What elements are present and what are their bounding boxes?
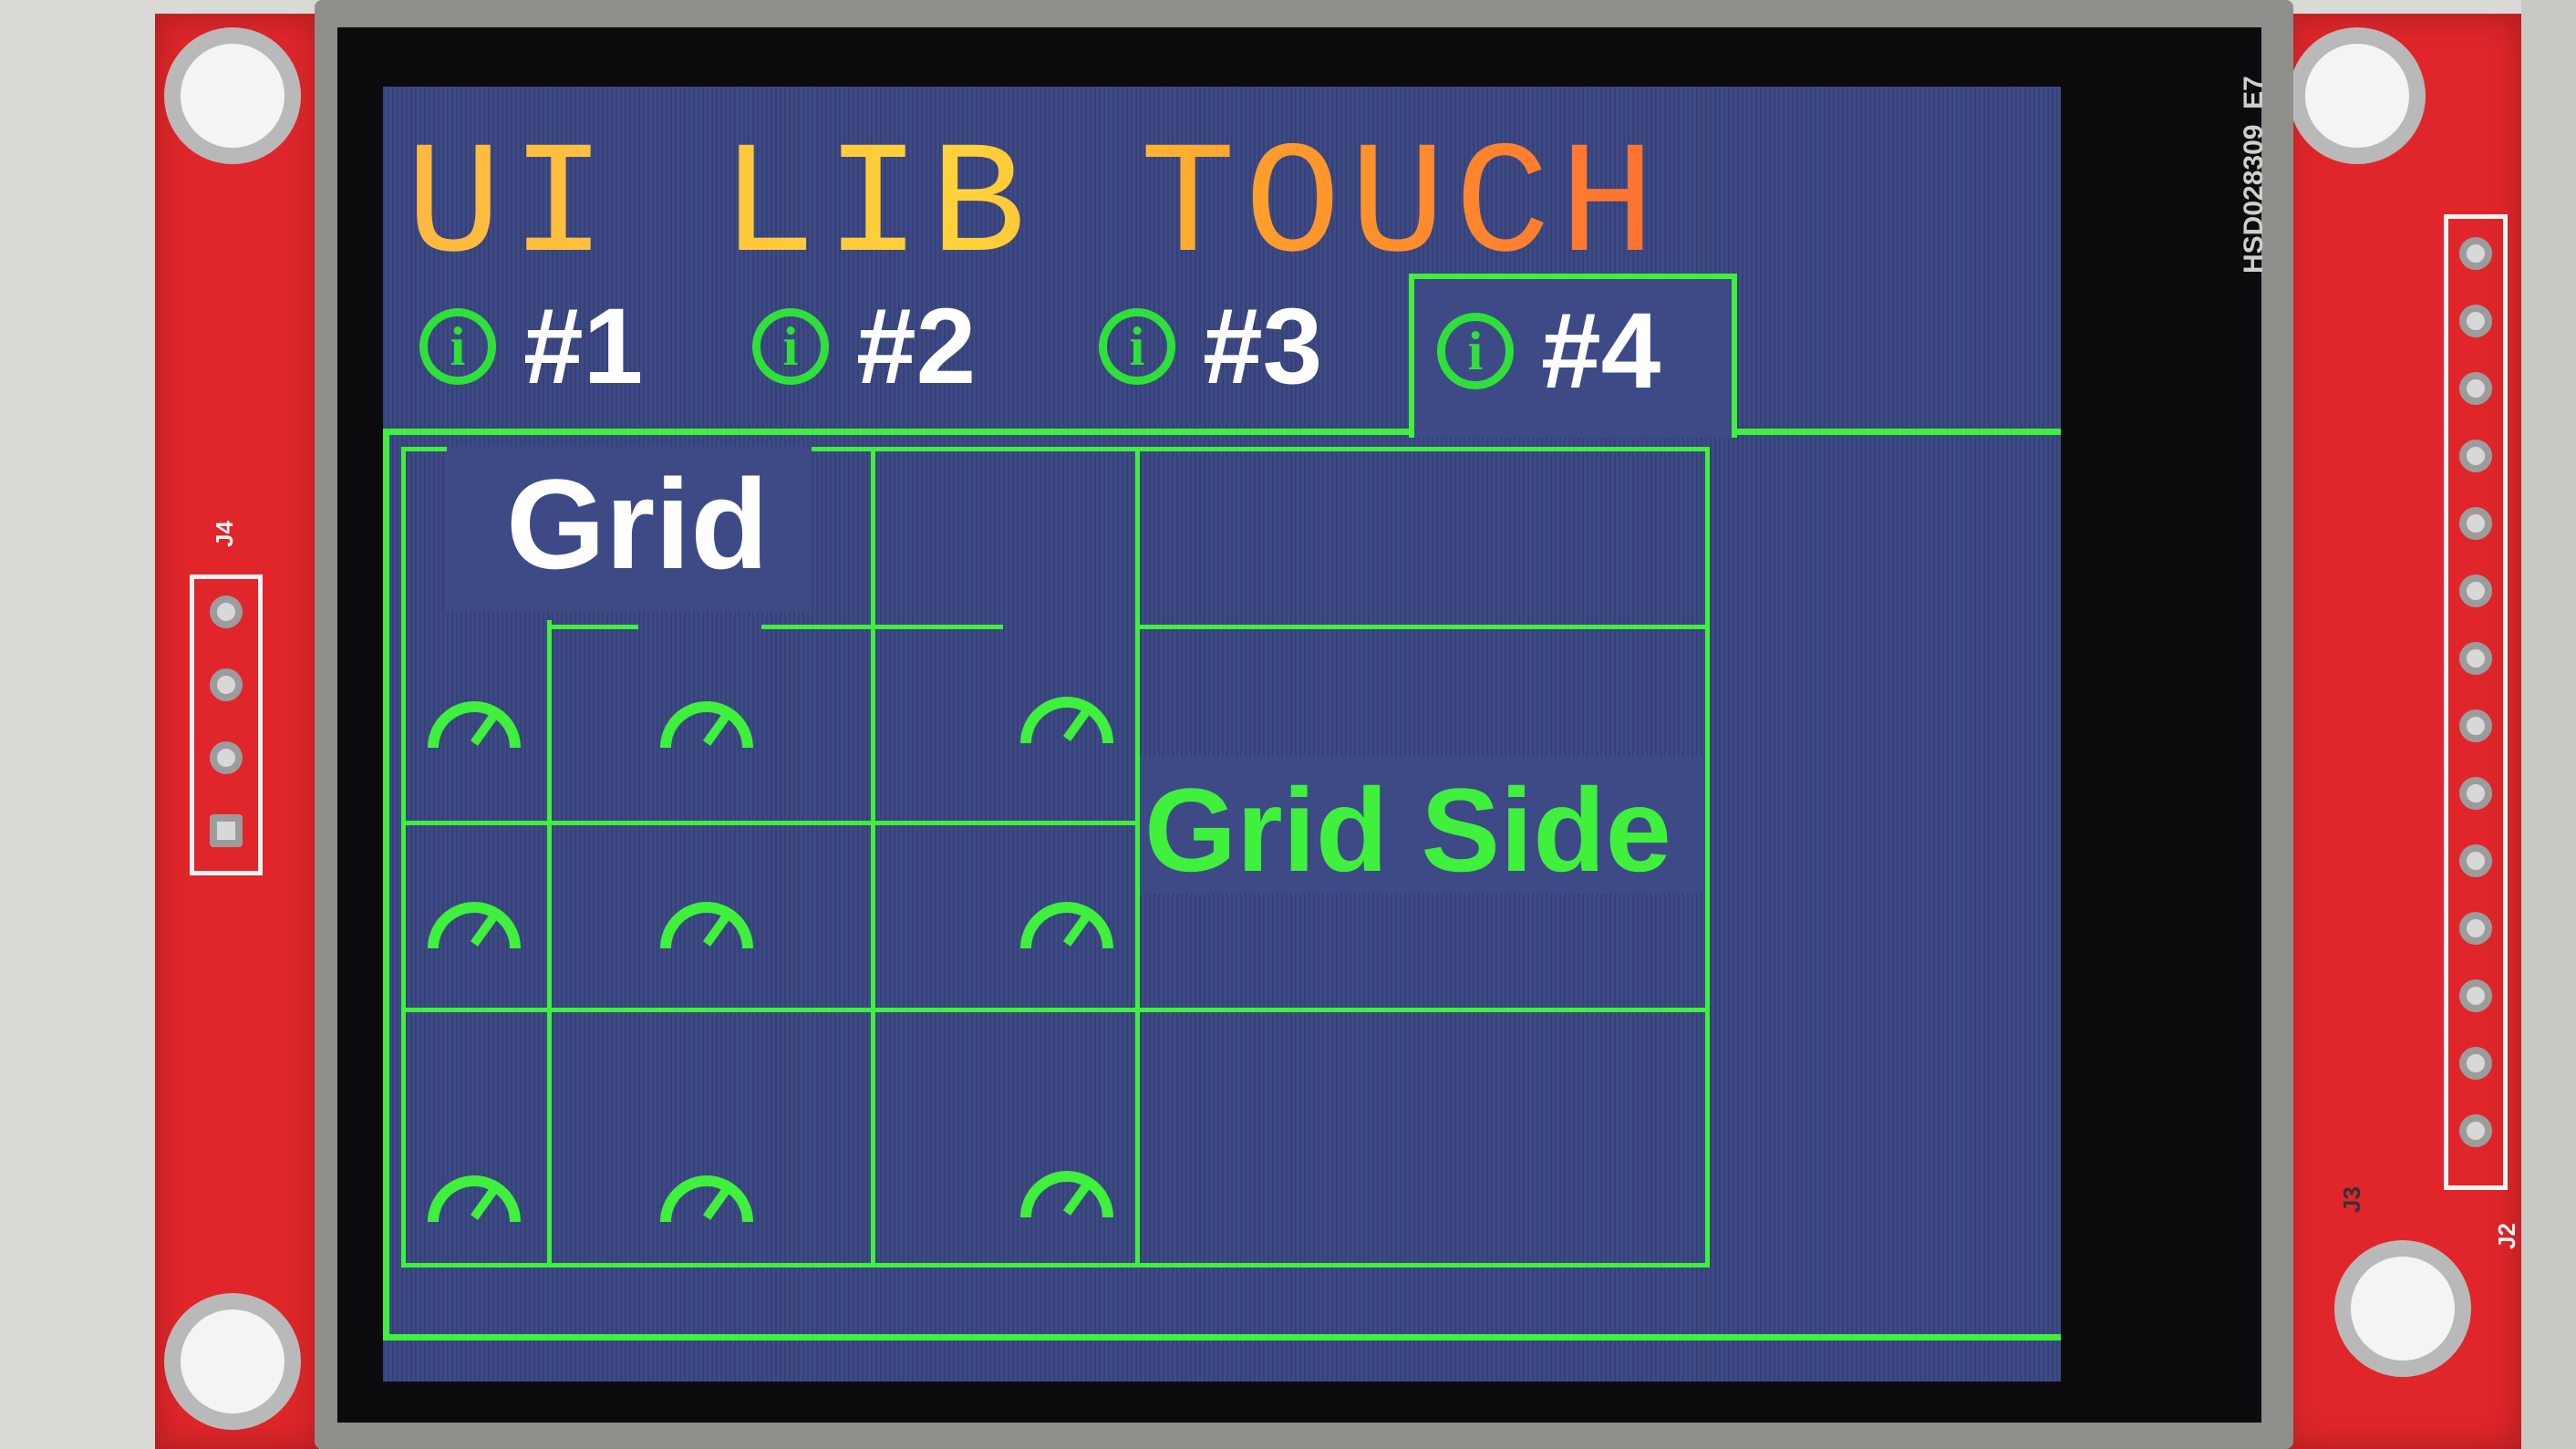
- grid-line-h1a: [547, 625, 638, 629]
- header-pin: [2459, 912, 2492, 945]
- display: UI LIB TOUCH i #1 i #2 i #3 i #4 Grid Gr…: [383, 87, 2061, 1382]
- gauge-icon[interactable]: [1017, 670, 1117, 752]
- grid-line-h1c: [1135, 625, 1710, 629]
- tab-bar: i #1 i #2 i #3 i #4: [383, 264, 2061, 438]
- header-pin: [2459, 507, 2492, 540]
- mounting-hole-top-left: [164, 27, 301, 164]
- revision-text: E7: [2239, 76, 2269, 109]
- grid-border-right: [1705, 447, 1710, 1268]
- header-pin: [2459, 574, 2492, 607]
- grid-line-v2: [871, 447, 875, 1263]
- tab-4-content: i #4: [1437, 297, 1660, 405]
- app-title: UI LIB TOUCH: [406, 117, 1665, 298]
- header-pin: [2459, 1047, 2492, 1080]
- model-label: HSD028309 E7: [2239, 76, 2270, 274]
- mounting-hole-bottom-right: [2334, 1240, 2471, 1377]
- info-icon: i: [419, 308, 496, 385]
- mounting-hole-top-right: [2289, 27, 2426, 164]
- grid-border-left: [401, 447, 406, 1268]
- header-pin: [2459, 372, 2492, 405]
- info-icon: i: [752, 308, 829, 385]
- grid-border-bottom: [401, 1263, 1710, 1268]
- mounting-hole-bottom-left: [164, 1293, 301, 1430]
- grid-line-v1: [547, 620, 552, 1263]
- tab-1-label: #1: [523, 286, 644, 407]
- header-pin: [2459, 305, 2492, 337]
- gauge-icon[interactable]: [424, 675, 524, 757]
- header-pin: [2459, 1114, 2492, 1147]
- active-tab-joint: [1414, 426, 1732, 435]
- grid-side-label: Grid Side: [1144, 763, 1671, 896]
- tab-2-label: #2: [856, 286, 977, 407]
- gauge-icon[interactable]: [424, 1149, 524, 1231]
- header-j4: [190, 574, 263, 875]
- tab-1[interactable]: i #1: [419, 292, 720, 401]
- info-icon: i: [1437, 313, 1514, 389]
- header-pin: [2459, 642, 2492, 675]
- header-pin: [2459, 777, 2492, 810]
- grid-container: Grid Grid Side: [401, 447, 1723, 1268]
- info-icon: i: [1099, 308, 1175, 385]
- header-pin: [2459, 237, 2492, 270]
- header-pin: [2459, 844, 2492, 877]
- gauge-icon[interactable]: [657, 875, 757, 957]
- tab-3-label: #3: [1203, 286, 1323, 407]
- header-pin: [2459, 440, 2492, 472]
- gauge-icon[interactable]: [1017, 1144, 1117, 1226]
- model-text: HSD028309: [2239, 124, 2269, 274]
- header-pin: [210, 814, 243, 847]
- connector-label-j3: J3: [2337, 1186, 2365, 1213]
- tab-4[interactable]: i #4: [1409, 274, 1737, 438]
- grid-line-h3: [401, 1008, 1710, 1012]
- header-j2: [2444, 214, 2508, 1190]
- gauge-icon[interactable]: [657, 1149, 757, 1231]
- header-pin: [210, 595, 243, 628]
- tab-2[interactable]: i #2: [752, 292, 1053, 401]
- header-pin: [2459, 979, 2492, 1012]
- gauge-icon[interactable]: [1017, 875, 1117, 957]
- pcb-right-edge: [2521, 0, 2576, 1449]
- header-pin: [2459, 709, 2492, 742]
- header-pin: [210, 668, 243, 701]
- connector-label-j2: J2: [2492, 1223, 2520, 1249]
- grid-title: Grid: [506, 452, 769, 595]
- grid-line-h1b: [761, 625, 1003, 629]
- connector-label-j4: J4: [210, 521, 238, 547]
- gauge-icon[interactable]: [424, 875, 524, 957]
- header-pin: [210, 741, 243, 774]
- tab-4-label: #4: [1541, 291, 1661, 411]
- grid-line-h2: [401, 821, 1140, 825]
- tab-3[interactable]: i #3: [1099, 292, 1400, 401]
- gauge-icon[interactable]: [657, 675, 757, 757]
